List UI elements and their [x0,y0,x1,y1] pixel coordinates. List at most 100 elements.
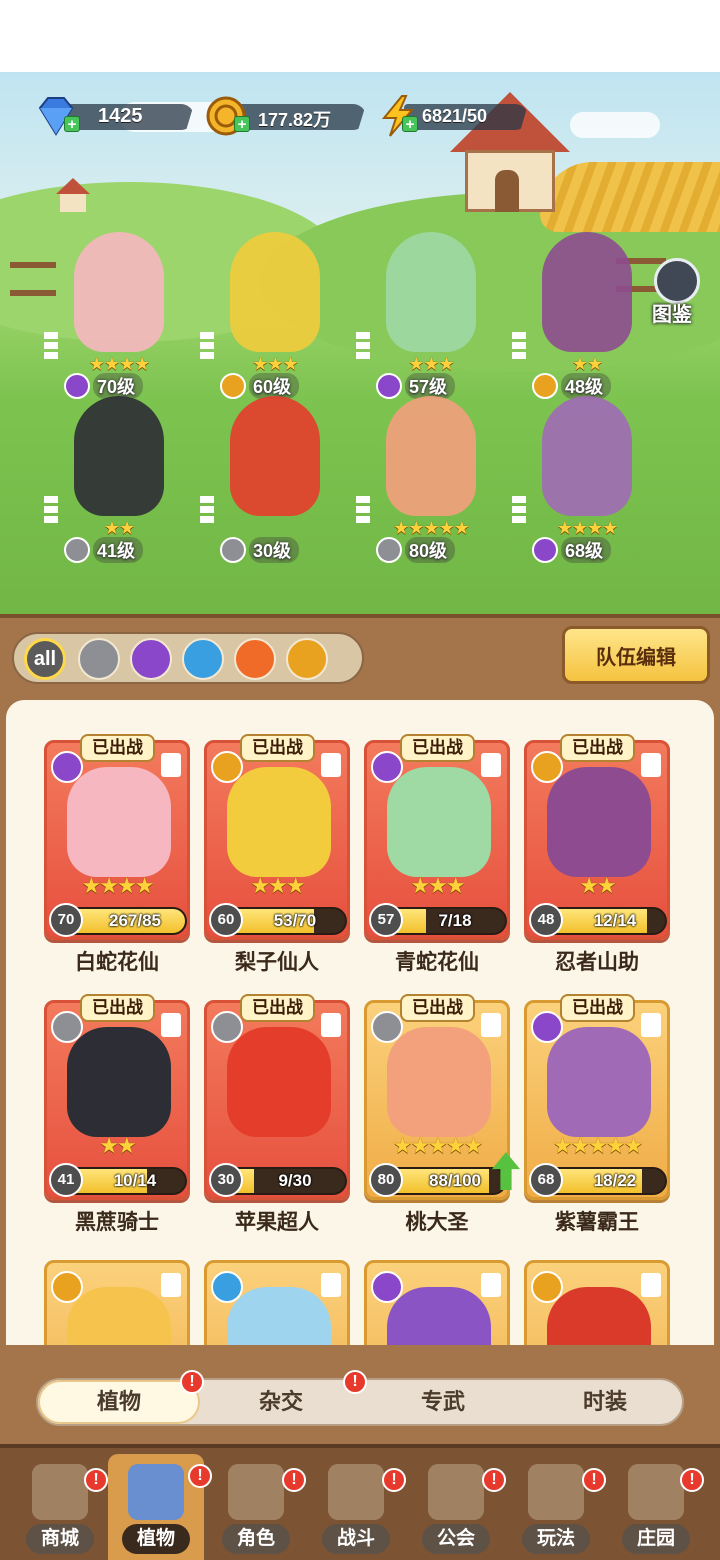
hero-unit[interactable]: 30级 [200,396,350,566]
plant-name: 梨子仙人 [235,951,319,974]
plant-card[interactable] [364,1260,510,1345]
hero-unit[interactable]: ★★★★ 68级 [512,396,662,566]
card-stars: ★★★★ [81,873,155,898]
more-options-icon[interactable] [481,753,501,777]
filter-all-button[interactable]: all [24,638,66,680]
hero-level: 80级 [405,537,456,563]
hero-unit[interactable]: ★★★ 60级 [200,232,350,402]
coin-counter[interactable]: + 177.82万 [204,96,366,136]
plant-card[interactable]: ★★★ 53/70 60 已出战 梨子仙人 [204,734,350,974]
tab-exclusive-weapon[interactable]: 专武 [362,1380,524,1424]
deployed-badge: 已出战 [400,734,475,762]
hero-level: 30级 [249,537,300,563]
plant-portrait [227,1027,331,1137]
hero-unit[interactable]: ★★★ 57级 [356,232,506,402]
filter-sword-icon[interactable] [78,638,120,680]
hero-sprite [542,232,632,352]
nav-shop[interactable]: 商城! [12,1454,108,1560]
sword-element-icon [64,537,90,563]
plant-card[interactable]: ★★★★★ 18/22 68 已出战 紫薯霸王 [524,994,670,1234]
plant-card[interactable] [204,1260,350,1345]
more-options-icon[interactable] [641,753,661,777]
nav-characters[interactable]: 角色! [208,1454,306,1560]
gameplay-icon [528,1464,584,1520]
plant-portrait [387,1287,491,1345]
fragment-count: 9/30 [278,1171,312,1190]
card-level: 60 [209,903,243,937]
alert-icon: ! [582,1468,606,1492]
more-options-icon[interactable] [321,1273,341,1297]
filter-water-icon[interactable] [182,638,224,680]
nav-plants[interactable]: 植物! [108,1454,212,1560]
tab-plants[interactable]: 植物 [38,1380,200,1424]
hero-unit[interactable]: ★★ 48级 [512,232,662,402]
deployed-badge: 已出战 [240,734,315,762]
nav-manor[interactable]: 庄园! [608,1454,704,1560]
more-options-icon[interactable] [481,1013,501,1037]
deployed-badge: 已出战 [560,734,635,762]
tab-costume[interactable]: 时装 [524,1380,686,1424]
filter-potion-icon[interactable] [130,638,172,680]
plant-name: 忍者山助 [555,951,639,974]
fragment-count: 18/22 [593,1171,637,1190]
fragment-count: 267/85 [109,911,161,930]
card-level: 30 [209,1163,243,1197]
plant-card[interactable]: ★★ 10/14 41 已出战 黑蔗骑士 [44,994,190,1234]
plant-portrait [227,767,331,877]
hero-sprite [230,232,320,352]
card-level: 70 [49,903,83,937]
plant-card[interactable]: ★★★★ 267/85 70 已出战 白蛇花仙 [44,734,190,974]
gem-counter[interactable]: + 1425 [34,97,194,136]
more-options-icon[interactable] [481,1273,501,1297]
plant-card[interactable] [44,1260,190,1345]
filter-lightning-icon[interactable] [286,638,328,680]
more-options-icon[interactable] [161,1273,181,1297]
menu-icon[interactable] [200,496,214,524]
add-coins-icon[interactable]: + [234,116,250,132]
plant-name: 黑蔗骑士 [75,1211,159,1234]
hero-unit[interactable]: ★★ 41级 [44,396,194,566]
team-edit-button[interactable]: 队伍编辑 [562,626,710,684]
plant-card[interactable] [524,1260,670,1345]
filter-fire-icon[interactable] [234,638,276,680]
nav-guild[interactable]: 公会! [408,1454,506,1560]
sword-element-icon [371,1011,403,1043]
plant-card[interactable]: ★★★ 7/18 57 已出战 青蛇花仙 [364,734,510,974]
hero-unit[interactable]: ★★★★★ 80级 [356,396,506,566]
shop-icon [32,1464,88,1520]
more-options-icon[interactable] [161,1013,181,1037]
more-options-icon[interactable] [161,753,181,777]
card-level: 80 [369,1163,403,1197]
nav-battle[interactable]: 战斗! [308,1454,406,1560]
deployed-badge: 已出战 [560,994,635,1022]
tab-hybrid[interactable]: 杂交 [200,1380,362,1424]
plant-card[interactable]: ★★★★★ 88/100 80 已出战 桃大圣 [364,994,520,1234]
add-gems-icon[interactable]: + [64,116,80,132]
purple-element-icon [371,1271,403,1303]
plant-portrait [547,1287,651,1345]
nav-label: 战斗 [322,1524,390,1554]
hero-unit[interactable]: ★★★★ 70级 [44,232,194,402]
more-options-icon[interactable] [321,1013,341,1037]
more-options-icon[interactable] [641,1013,661,1037]
purple-element-icon [371,751,403,783]
hero-sprite [386,232,476,352]
hero-sprite [542,396,632,516]
lightning-element-icon [51,1271,83,1303]
nav-label: 角色 [222,1524,290,1554]
nav-gameplay[interactable]: 玩法! [508,1454,606,1560]
plant-card[interactable]: 9/30 30 已出战 苹果超人 [204,994,350,1234]
plant-card-grid: ★★★★ 267/85 70 已出战 白蛇花仙 ★★★ 53/70 60 已出战 梨子仙人 ★★★ 7… [6,700,714,1345]
alert-icon: ! [382,1468,406,1492]
card-stars: ★★★★★ [552,1133,644,1158]
hero-level: 68级 [561,537,612,563]
manor-icon [628,1464,684,1520]
guild-icon [428,1464,484,1520]
more-options-icon[interactable] [641,1273,661,1297]
plant-card[interactable]: ★★ 12/14 48 已出战 忍者山助 [524,734,670,974]
sword-element-icon [220,537,246,563]
energy-counter[interactable]: + 6821/50 [376,95,528,137]
lightning-element-icon [531,1271,563,1303]
more-options-icon[interactable] [321,753,341,777]
add-energy-icon[interactable]: + [402,116,418,132]
